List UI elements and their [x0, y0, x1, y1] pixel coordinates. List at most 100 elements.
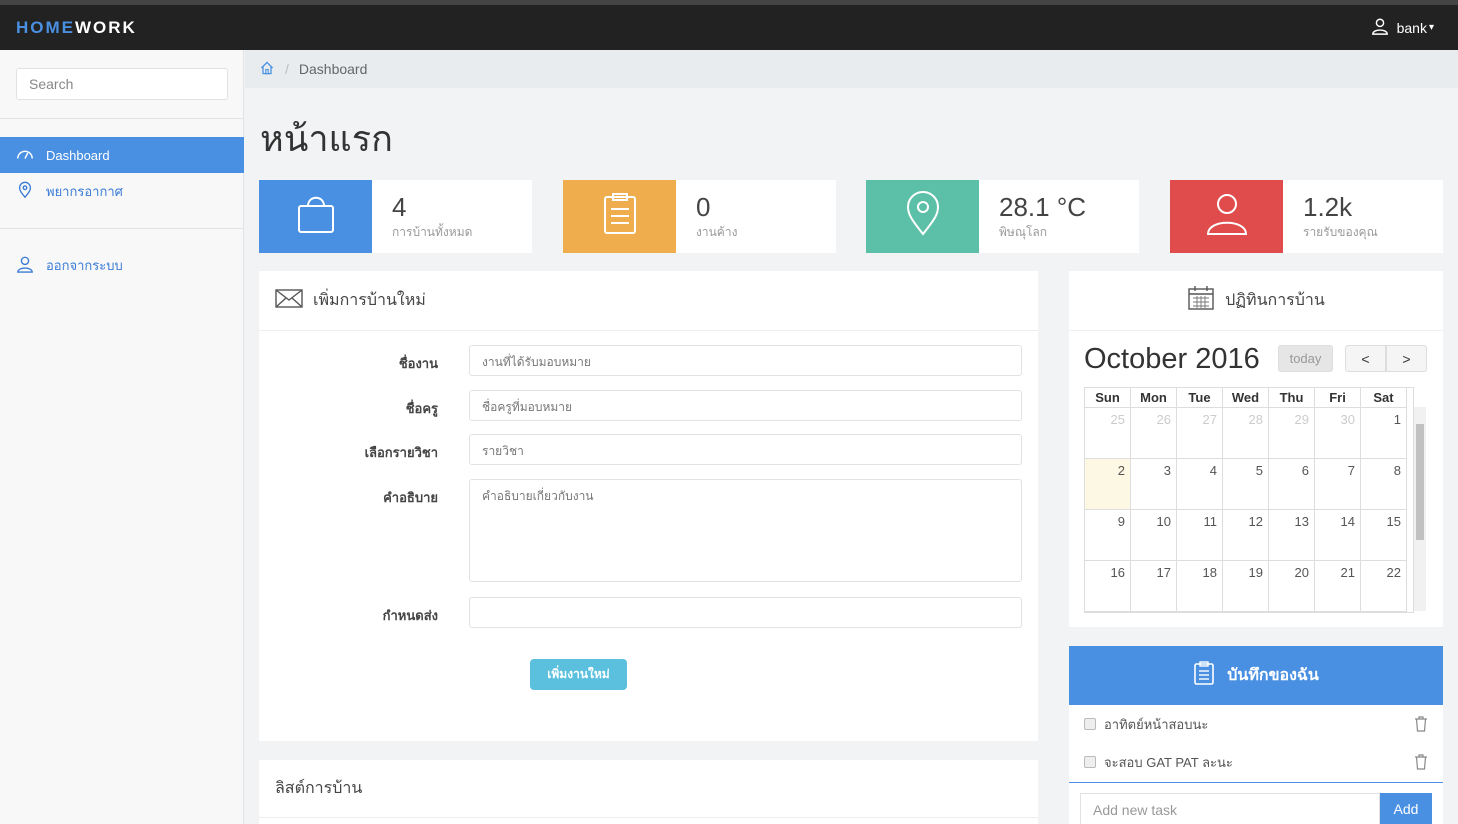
calendar-day[interactable]: 13: [1269, 510, 1315, 561]
trash-icon[interactable]: [1414, 716, 1428, 732]
calendar-day[interactable]: 9: [1085, 510, 1131, 561]
list-item: อาทิตย์หน้าสอบนะ: [1084, 713, 1428, 735]
user-icon: [1202, 189, 1252, 244]
map-pin-icon: [898, 189, 948, 244]
weekday-label: Sun: [1085, 388, 1131, 408]
calendar-day[interactable]: 26: [1131, 408, 1177, 459]
note-text: อาทิตย์หน้าสอบนะ: [1104, 716, 1209, 732]
calendar-icon: [1187, 285, 1215, 316]
weekday-label: Thu: [1269, 388, 1315, 408]
stat-icon-box: [259, 180, 372, 253]
due-date-field[interactable]: [469, 597, 1022, 628]
note-text: จะสอบ GAT PAT ละนะ: [1104, 754, 1233, 770]
field-label: กำหนดส่ง: [382, 608, 438, 623]
calendar-day[interactable]: 21: [1315, 561, 1361, 612]
notes-header: บันทึกของฉัน: [1069, 646, 1443, 705]
notes-divider: [1069, 782, 1443, 783]
calendar-day[interactable]: 5: [1223, 459, 1269, 510]
stat-icon-box: [563, 180, 676, 253]
trash-icon[interactable]: [1414, 754, 1428, 770]
home-icon[interactable]: [259, 60, 275, 79]
calendar-day[interactable]: 15: [1361, 510, 1407, 561]
sidebar-item-label: พยากรอากาศ: [46, 183, 123, 199]
calendar-day[interactable]: 29: [1269, 408, 1315, 459]
sidebar-item-weather[interactable]: พยากรอากาศ: [0, 173, 244, 209]
stat-card-homework: 4 การบ้านทั้งหมด: [259, 180, 532, 253]
calendar-day[interactable]: 20: [1269, 561, 1315, 612]
stat-label: พิษณุโลก: [999, 225, 1048, 239]
prev-month-button[interactable]: <: [1345, 345, 1386, 372]
brand-part2: WORK: [75, 18, 137, 37]
stat-value: 28.1 °C: [999, 192, 1087, 222]
calendar-day[interactable]: 25: [1085, 408, 1131, 459]
calendar-day[interactable]: 27: [1177, 408, 1223, 459]
description-textarea[interactable]: คำอธิบายเกี่ยวกับงาน: [469, 479, 1022, 582]
sidebar-item-logout[interactable]: ออกจากระบบ: [0, 247, 244, 283]
calendar-day[interactable]: 8: [1361, 459, 1407, 510]
calendar-day[interactable]: 11: [1177, 510, 1223, 561]
teacher-name-field[interactable]: ชื่อครูที่มอบหมาย: [469, 390, 1022, 421]
sidebar-divider: [0, 118, 244, 119]
calendar-week: 9 10 11 12 13 14 15: [1085, 510, 1413, 561]
calendar-day[interactable]: 1: [1361, 408, 1407, 459]
note-checkbox[interactable]: [1084, 718, 1096, 730]
calendar-day[interactable]: 7: [1315, 459, 1361, 510]
calendar-day[interactable]: 17: [1131, 561, 1177, 612]
weekday-label: Wed: [1223, 388, 1269, 408]
calendar-day[interactable]: 28: [1223, 408, 1269, 459]
stat-label: การบ้านทั้งหมด: [392, 225, 473, 239]
calendar-day[interactable]: 16: [1085, 561, 1131, 612]
calendar-day[interactable]: 12: [1223, 510, 1269, 561]
user-name: bank: [1396, 19, 1427, 36]
calendar-day[interactable]: 30: [1315, 408, 1361, 459]
clipboard-icon: [1193, 661, 1215, 690]
stat-card-pending: 0 งานค้าง: [563, 180, 836, 253]
panel-header: ปฏิทินการบ้าน: [1069, 271, 1443, 331]
calendar-day[interactable]: 6: [1269, 459, 1315, 510]
calendar-day[interactable]: 18: [1177, 561, 1223, 612]
calendar-month-title: October 2016: [1084, 343, 1260, 375]
add-homework-button[interactable]: เพิ่มงานใหม่: [530, 659, 627, 690]
sidebar-item-label: Dashboard: [46, 147, 110, 163]
stat-icon-box: [1170, 180, 1283, 253]
brand-logo[interactable]: HOMEWORK: [16, 18, 137, 38]
calendar-day[interactable]: 4: [1177, 459, 1223, 510]
notes-title: บันทึกของฉัน: [1227, 667, 1319, 684]
subject-select[interactable]: รายวิชา: [469, 434, 1022, 465]
envelope-icon: [275, 287, 303, 314]
sidebar-divider: [0, 228, 244, 229]
sidebar: Search Dashboard พยากรอากาศ ออกจากระบบ: [0, 50, 244, 824]
breadcrumb-separator: /: [285, 61, 289, 77]
stat-card-income: 1.2k รายรับของคุณ: [1170, 180, 1443, 253]
calendar-day[interactable]: 19: [1223, 561, 1269, 612]
scrollbar-thumb[interactable]: [1416, 424, 1424, 540]
weekday-label: Tue: [1177, 388, 1223, 408]
calendar-day[interactable]: 3: [1131, 459, 1177, 510]
search-input[interactable]: Search: [16, 68, 228, 100]
homework-title-field[interactable]: งานที่ได้รับมอบหมาย: [469, 345, 1022, 376]
calendar-day[interactable]: 14: [1315, 510, 1361, 561]
stat-card-weather: 28.1 °C พิษณุโลก: [866, 180, 1139, 253]
note-checkbox[interactable]: [1084, 756, 1096, 768]
today-button[interactable]: today: [1278, 345, 1333, 372]
stat-label: รายรับของคุณ: [1303, 225, 1378, 239]
breadcrumb-current: Dashboard: [298, 61, 368, 77]
panel-title: เพิ่มการบ้านใหม่: [313, 292, 426, 309]
new-task-input[interactable]: Add new task: [1080, 793, 1380, 824]
user-menu[interactable]: bank ▾: [1371, 17, 1434, 38]
calendar-day[interactable]: 22: [1361, 561, 1407, 612]
calendar-scrollbar[interactable]: [1414, 407, 1426, 611]
list-item: จะสอบ GAT PAT ละนะ: [1084, 751, 1428, 773]
calendar-week: 2 3 4 5 6 7 8: [1085, 459, 1413, 510]
stat-icon-box: [866, 180, 979, 253]
add-task-row: Add new task Add: [1080, 793, 1432, 824]
add-task-button[interactable]: Add: [1380, 793, 1432, 824]
next-month-button[interactable]: >: [1386, 345, 1427, 372]
stat-value: 1.2k: [1303, 192, 1353, 222]
breadcrumb: / Dashboard: [245, 50, 1458, 88]
panel-title: ลิสต์การบ้าน: [275, 780, 363, 797]
calendar-day-today[interactable]: 2: [1085, 459, 1131, 510]
homework-list-panel: ลิสต์การบ้าน: [259, 760, 1038, 824]
sidebar-item-dashboard[interactable]: Dashboard: [0, 137, 244, 173]
calendar-day[interactable]: 10: [1131, 510, 1177, 561]
